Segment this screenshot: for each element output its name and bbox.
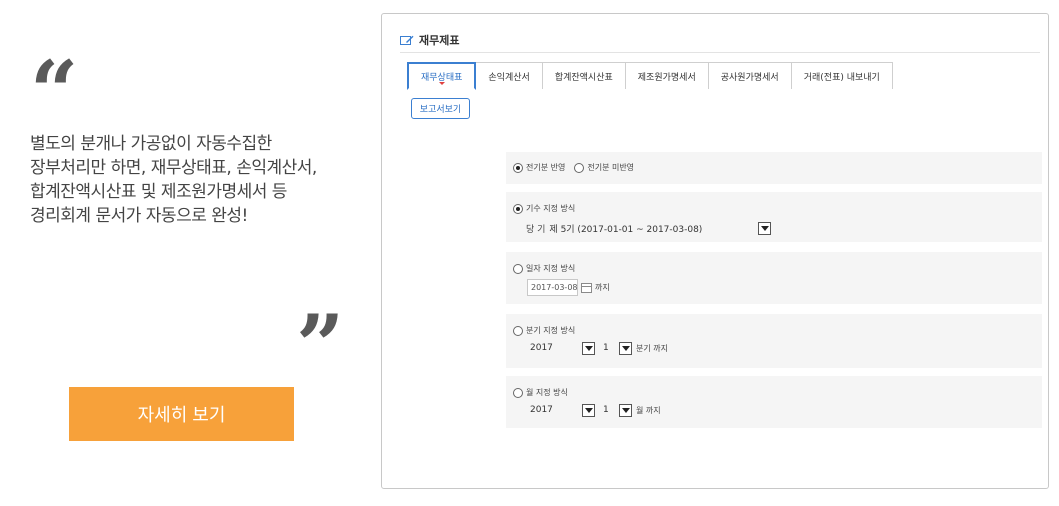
date-input[interactable]: 2017-03-08	[527, 279, 578, 296]
fiscal-period-value: 제 5기 (2017-01-01 ~ 2017-03-08)	[549, 224, 703, 235]
calendar-icon[interactable]	[581, 282, 592, 293]
date-method-label: 일자 지정 방식	[526, 264, 576, 273]
fiscal-period-select[interactable]: 제 5기 (2017-01-01 ~ 2017-03-08)	[549, 220, 772, 236]
tab-balance-sheet[interactable]: 재무상태표	[407, 62, 477, 90]
prior-not-reflect-label: 전기분 미반영	[587, 163, 635, 172]
tab-label: 거래(전표) 내보내기	[803, 72, 880, 83]
promo-line: 합계잔액시산표 및 제조원가명세서 등	[30, 182, 287, 202]
chevron-down-icon[interactable]	[582, 403, 595, 417]
tab-label: 재무상태표	[421, 72, 463, 83]
quarter-method-label: 분기 지정 방식	[526, 326, 576, 335]
financial-statements-panel: 재무제표 재무상태표 손익계산서 합계잔액시산표 제조원가명세서 공사원가명세서…	[381, 13, 1049, 489]
quarter-method-radio[interactable]	[513, 325, 523, 336]
tab-income-statement[interactable]: 손익계산서	[476, 62, 543, 89]
chevron-down-icon[interactable]	[758, 221, 772, 235]
panel-title: 재무제표	[419, 34, 460, 47]
close-quote-mark: ”	[296, 296, 345, 395]
fiscal-method-label: 기수 지정 방식	[526, 204, 576, 213]
prior-period-options: 전기분 반영 전기분 미반영	[506, 152, 1042, 184]
quarter-suffix: 분기 까지	[636, 343, 668, 353]
fiscal-method-radio[interactable]	[513, 203, 523, 214]
quarter-year-value: 2017	[530, 343, 553, 353]
month-value: 1	[603, 405, 609, 415]
current-period-prefix: 당 기	[526, 224, 546, 235]
promo-line: 경리회계 문서가 자동으로 완성!	[30, 206, 248, 226]
edit-icon	[400, 35, 414, 45]
fiscal-method-section: 기수 지정 방식 당 기 제 5기 (2017-01-01 ~ 2017-03-…	[506, 192, 1042, 242]
title-divider	[400, 52, 1040, 53]
tab-label: 합계잔액시산표	[554, 72, 613, 83]
date-method-radio[interactable]	[513, 263, 523, 274]
month-suffix: 월 까지	[636, 405, 661, 415]
view-report-button[interactable]: 보고서보기	[411, 98, 470, 119]
quarter-year-select[interactable]: 2017	[530, 340, 595, 356]
date-suffix: 까지	[595, 283, 610, 292]
tab-label: 제조원가명세서	[637, 72, 696, 83]
tab-trial-balance[interactable]: 합계잔액시산표	[542, 62, 626, 89]
tab-export-transactions[interactable]: 거래(전표) 내보내기	[791, 62, 893, 89]
quarter-select[interactable]: 1	[603, 340, 632, 356]
month-method-radio[interactable]	[513, 387, 523, 398]
open-quote-mark: “	[30, 42, 79, 141]
tab-manufacturing-cost[interactable]: 제조원가명세서	[625, 62, 709, 89]
quarter-value: 1	[603, 343, 609, 353]
chevron-down-icon[interactable]	[619, 341, 632, 355]
statement-tabs: 재무상태표 손익계산서 합계잔액시산표 제조원가명세서 공사원가명세서 거래(전…	[407, 62, 893, 90]
chevron-down-icon[interactable]	[582, 341, 595, 355]
month-method-label: 월 지정 방식	[526, 388, 568, 397]
promo-line: 장부처리만 하면, 재무상태표, 손익계산서,	[30, 158, 317, 178]
promo-text: 별도의 분개나 가공없이 자동수집한 장부처리만 하면, 재무상태표, 손익계산…	[30, 132, 375, 228]
prior-reflect-radio[interactable]	[513, 162, 523, 173]
prior-reflect-label: 전기분 반영	[526, 163, 566, 172]
chevron-down-icon[interactable]	[619, 403, 632, 417]
month-year-value: 2017	[530, 405, 553, 415]
panel-header: 재무제표	[400, 32, 459, 48]
tab-label: 공사원가명세서	[720, 72, 779, 83]
view-details-button[interactable]: 자세히 보기	[69, 387, 294, 441]
month-year-select[interactable]: 2017	[530, 402, 595, 418]
promo-line: 별도의 분개나 가공없이 자동수집한	[30, 134, 272, 154]
quarter-method-section: 분기 지정 방식 2017 1 분기 까지	[506, 314, 1042, 368]
prior-not-reflect-radio[interactable]	[574, 162, 585, 173]
month-method-section: 월 지정 방식 2017 1 월 까지	[506, 376, 1042, 428]
tab-construction-cost[interactable]: 공사원가명세서	[708, 62, 792, 89]
active-tab-indicator-icon	[438, 82, 445, 85]
month-select[interactable]: 1	[603, 402, 632, 418]
tab-label: 손익계산서	[488, 72, 530, 83]
date-method-section: 일자 지정 방식 2017-03-08 까지	[506, 252, 1042, 304]
